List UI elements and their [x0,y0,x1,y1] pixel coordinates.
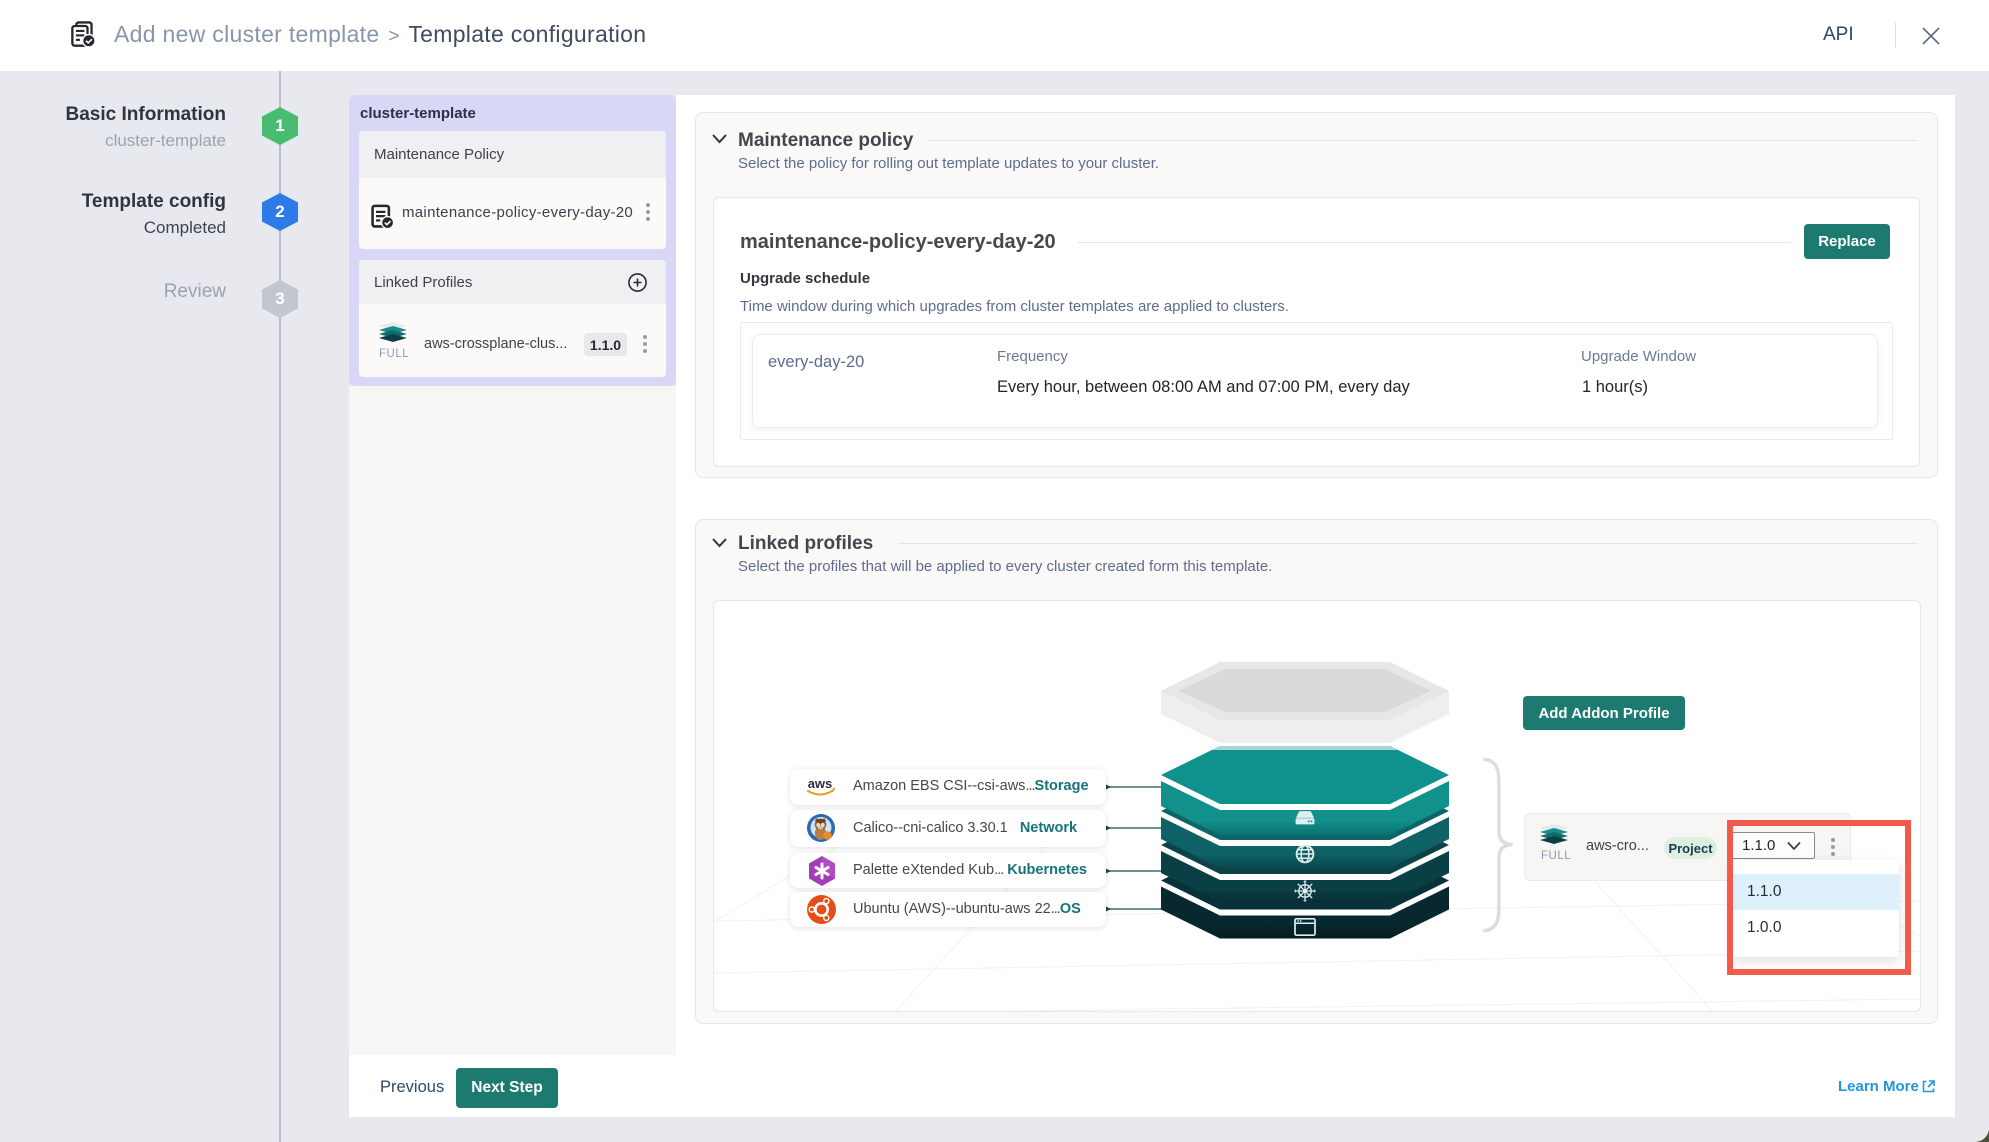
svg-text:aws: aws [808,776,833,791]
